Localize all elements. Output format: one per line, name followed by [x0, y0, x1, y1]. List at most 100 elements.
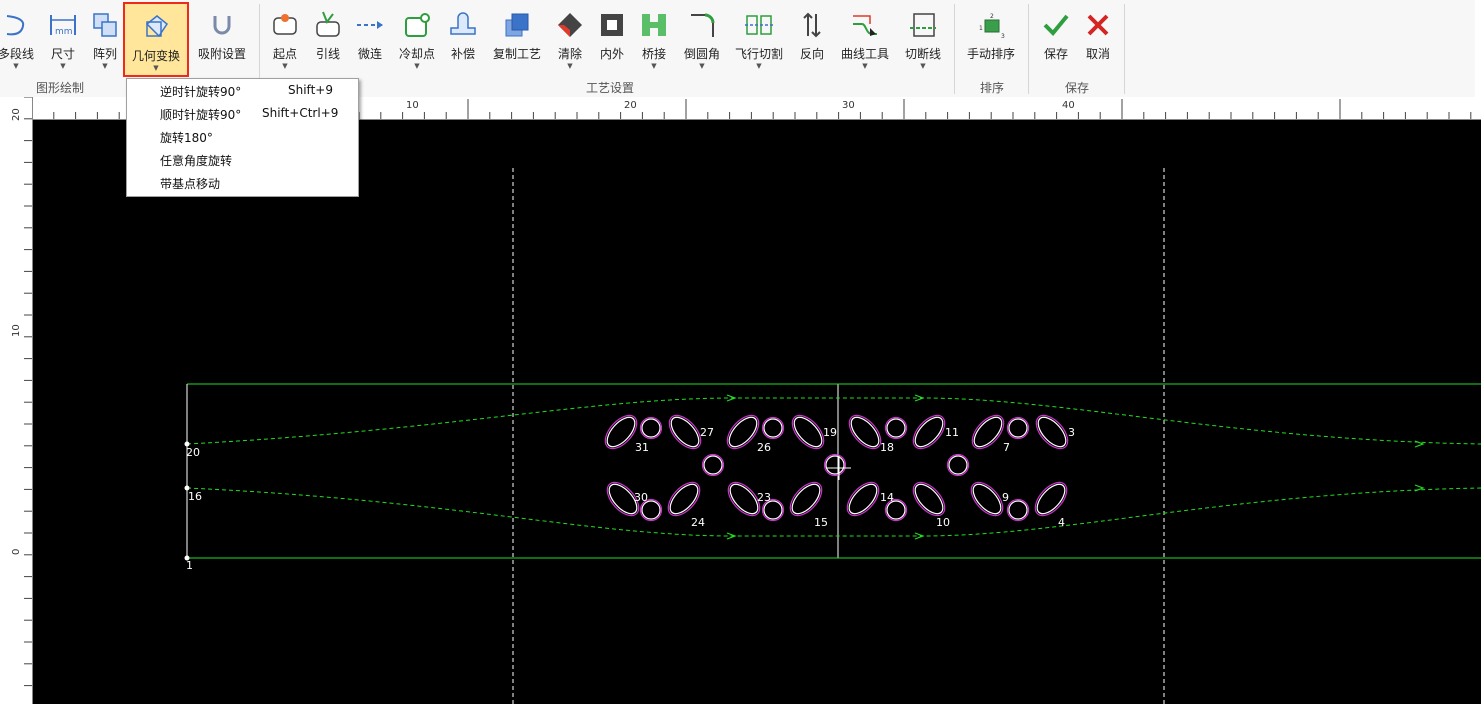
separator: [1124, 4, 1125, 94]
clear-button[interactable]: 清除 ▼: [551, 0, 589, 78]
part-number: 1: [186, 559, 193, 572]
part-number: 30: [634, 491, 648, 504]
round-hole: [639, 416, 663, 440]
cut-line-button[interactable]: 切断线 ▼: [900, 0, 946, 78]
start-point-icon: [270, 10, 300, 40]
part-number: 4: [1058, 516, 1065, 529]
save-button[interactable]: 保存: [1037, 0, 1075, 78]
array-button[interactable]: 阵列 ▼: [86, 0, 124, 78]
slot-hole: [667, 481, 701, 517]
round-hole: [761, 416, 785, 440]
part-number: 26: [757, 441, 771, 454]
menu-item-rotate-arbitrary[interactable]: 任意角度旋转: [128, 148, 357, 171]
menu-item-rotate-180[interactable]: 旋转180°: [128, 125, 357, 148]
transform-dropdown-menu: 逆时针旋转90° Shift+9 顺时针旋转90° Shift+Ctrl+9 旋…: [126, 78, 359, 197]
flying-cut-icon: [744, 10, 774, 40]
bridge-button[interactable]: 桥接 ▼: [635, 0, 673, 78]
manual-sort-button[interactable]: 123 手动排序: [962, 0, 1020, 78]
chevron-down-icon: ▼: [699, 62, 705, 70]
geometry-transform-button[interactable]: 几何变换 ▼: [123, 2, 189, 77]
snap-settings-button[interactable]: 吸附设置: [194, 0, 250, 78]
round-hole: [1006, 416, 1030, 440]
round-hole: [825, 455, 845, 475]
chevron-down-icon: ▼: [651, 62, 657, 70]
svg-text:1: 1: [979, 25, 983, 32]
part-number: 3: [1068, 426, 1075, 439]
round-hole: [701, 453, 725, 477]
ruler-label: 0: [11, 548, 22, 555]
part-number: 20: [186, 446, 200, 459]
ruler-label: 30: [842, 100, 855, 111]
part-number: 11: [945, 426, 959, 439]
round-hole: [1008, 418, 1028, 438]
menu-item-rotate-ccw-90[interactable]: 逆时针旋转90° Shift+9: [128, 79, 357, 102]
polyline-button[interactable]: 多段线 ▼: [0, 0, 40, 78]
round-hole: [1006, 498, 1030, 522]
inner-outer-button[interactable]: 内外: [593, 0, 631, 78]
cut-path: [186, 487, 1481, 537]
chevron-down-icon: ▼: [153, 64, 159, 72]
part-number: 24: [691, 516, 705, 529]
compensation-icon: [448, 10, 478, 40]
slot-hole: [846, 481, 880, 517]
lead-line-icon: [313, 10, 343, 40]
slot-hole: [912, 481, 946, 517]
micro-joint-button[interactable]: 微连: [351, 0, 389, 78]
curve-tools-button[interactable]: 曲线工具 ▼: [837, 0, 893, 78]
inner-outer-icon: [597, 10, 627, 40]
round-hole: [886, 418, 906, 438]
chevron-down-icon: ▼: [102, 62, 108, 70]
dimension-button[interactable]: mm 尺寸 ▼: [44, 0, 82, 78]
slot-hole: [1034, 481, 1068, 517]
magnet-icon: [207, 10, 237, 40]
window-edge: [1475, 0, 1481, 97]
cut-line-icon: [908, 10, 938, 40]
ruler-label: 10: [11, 324, 22, 337]
sort-icon: 12 3: [976, 10, 1006, 40]
part-number: 9: [1002, 491, 1009, 504]
part-number: 14: [880, 491, 894, 504]
round-hole: [641, 418, 661, 438]
svg-text:2: 2: [990, 13, 994, 20]
part-number: 16: [188, 490, 202, 503]
chevron-down-icon: ▼: [282, 62, 288, 70]
round-hole: [703, 455, 723, 475]
menu-item-rotate-cw-90[interactable]: 顺时针旋转90° Shift+Ctrl+9: [128, 102, 357, 125]
chevron-down-icon: ▼: [60, 62, 66, 70]
svg-text:mm: mm: [55, 27, 73, 37]
part-number: 10: [936, 516, 950, 529]
round-hole: [763, 418, 783, 438]
drawing-canvas[interactable]: 20 16 1 31 27 26 19 18 11 7 3 30 24 23 1…: [33, 120, 1481, 704]
menu-shortcut: Shift+Ctrl+9: [262, 106, 339, 120]
reverse-button[interactable]: 反向: [793, 0, 831, 78]
fillet-button[interactable]: 倒圆角 ▼: [680, 0, 724, 78]
part-number: 27: [700, 426, 714, 439]
lead-line-button[interactable]: 引线: [309, 0, 347, 78]
group-label-drawing: 图形绘制: [35, 81, 84, 95]
fillet-icon: [687, 10, 717, 40]
vertical-ruler[interactable]: 20 10 0: [0, 97, 33, 704]
cooling-point-button[interactable]: 冷却点 ▼: [395, 0, 439, 78]
cancel-button[interactable]: 取消: [1079, 0, 1117, 78]
start-point-button[interactable]: 起点 ▼: [266, 0, 304, 78]
svg-text:3: 3: [1001, 33, 1005, 40]
reverse-icon: [797, 10, 827, 40]
cooling-point-icon: [402, 10, 432, 40]
micro-joint-icon: [355, 10, 385, 40]
group-label-sort: 排序: [979, 81, 1004, 95]
part-number: 19: [823, 426, 837, 439]
chevron-down-icon: ▼: [920, 62, 926, 70]
curve-tools-icon: [850, 10, 880, 40]
part-number: 15: [814, 516, 828, 529]
group-label-process: 工艺设置: [585, 81, 634, 95]
flying-cut-button[interactable]: 飞行切割 ▼: [731, 0, 787, 78]
canvas-drawing: [184, 168, 1481, 704]
transform-icon: [141, 12, 171, 42]
part-number: 31: [635, 441, 649, 454]
compensation-button[interactable]: 补偿: [444, 0, 482, 78]
menu-item-move-with-base-point[interactable]: 带基点移动: [128, 171, 357, 194]
copy-process-button[interactable]: 复制工艺: [489, 0, 545, 78]
ruler-label: 20: [624, 100, 637, 111]
ruler-label: 40: [1062, 100, 1075, 111]
chevron-down-icon: ▼: [567, 62, 573, 70]
